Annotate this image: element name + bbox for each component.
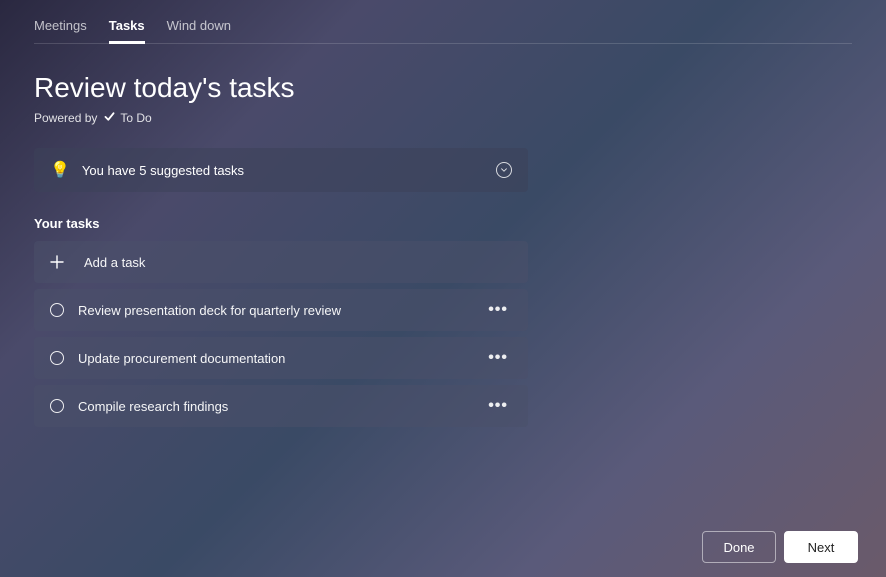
task-title: Update procurement documentation bbox=[78, 351, 484, 366]
task-list: Add a task Review presentation deck for … bbox=[34, 241, 528, 427]
tab-meetings[interactable]: Meetings bbox=[34, 18, 87, 44]
add-task-text: Add a task bbox=[84, 255, 512, 270]
task-title: Review presentation deck for quarterly r… bbox=[78, 303, 484, 318]
page-title: Review today's tasks bbox=[34, 72, 852, 104]
next-button[interactable]: Next bbox=[784, 531, 858, 563]
more-icon[interactable]: ••• bbox=[484, 393, 512, 419]
your-tasks-label: Your tasks bbox=[34, 216, 528, 231]
lightbulb-icon: 💡 bbox=[50, 160, 70, 180]
tab-tasks[interactable]: Tasks bbox=[109, 18, 145, 44]
check-icon bbox=[103, 110, 116, 126]
plus-icon bbox=[50, 255, 64, 269]
powered-app: To Do bbox=[120, 111, 151, 125]
powered-prefix: Powered by bbox=[34, 111, 97, 125]
task-checkbox[interactable] bbox=[50, 399, 64, 413]
suggested-tasks-bar[interactable]: 💡 You have 5 suggested tasks bbox=[34, 148, 528, 192]
task-title: Compile research findings bbox=[78, 399, 484, 414]
task-row[interactable]: Review presentation deck for quarterly r… bbox=[34, 289, 528, 331]
task-row[interactable]: Update procurement documentation ••• bbox=[34, 337, 528, 379]
chevron-down-icon bbox=[496, 162, 512, 178]
more-icon[interactable]: ••• bbox=[484, 297, 512, 323]
task-checkbox[interactable] bbox=[50, 351, 64, 365]
more-icon[interactable]: ••• bbox=[484, 345, 512, 371]
tab-wind-down[interactable]: Wind down bbox=[167, 18, 231, 44]
powered-by-label: Powered by To Do bbox=[34, 110, 852, 126]
task-row[interactable]: Compile research findings ••• bbox=[34, 385, 528, 427]
footer-actions: Done Next bbox=[702, 531, 858, 563]
task-checkbox[interactable] bbox=[50, 303, 64, 317]
done-button[interactable]: Done bbox=[702, 531, 776, 563]
tab-bar: Meetings Tasks Wind down bbox=[34, 18, 852, 44]
add-task-row[interactable]: Add a task bbox=[34, 241, 528, 283]
suggested-text: You have 5 suggested tasks bbox=[82, 163, 496, 178]
